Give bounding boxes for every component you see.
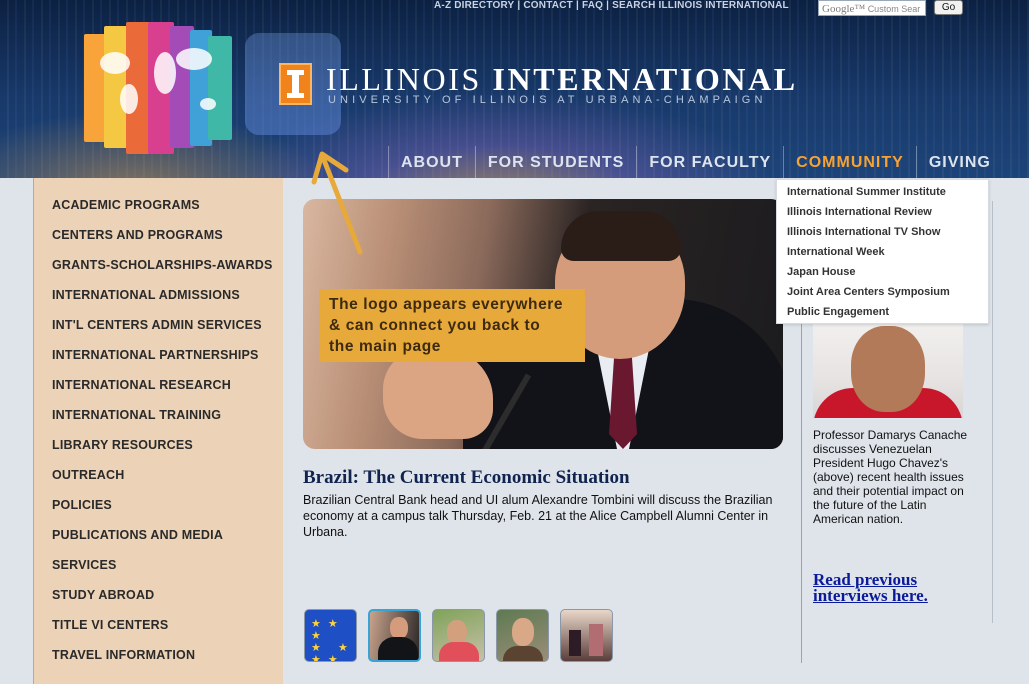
callout-line-2: & can connect you back to <box>329 317 541 334</box>
feature-headline[interactable]: Brazil: The Current Economic Situation <box>303 467 630 489</box>
sidebar-item-academic-programs[interactable]: ACADEMIC PROGRAMS <box>52 197 283 227</box>
sidebar-item-library-resources[interactable]: LIBRARY RESOURCES <box>52 437 283 467</box>
map-asia <box>176 48 212 70</box>
sidebar-item-publications-and-media[interactable]: PUBLICATIONS AND MEDIA <box>52 527 283 557</box>
sidebar-item-international-research[interactable]: INTERNATIONAL RESEARCH <box>52 377 283 407</box>
thumbnail-eu-flag[interactable]: ★ ★ ★★ ★★ ★ ★ <box>304 609 357 662</box>
menu-item-international-week[interactable]: International Week <box>787 245 988 265</box>
block-i-icon[interactable] <box>279 63 312 105</box>
profile-caption: Professor Damarys Canache discusses Vene… <box>813 428 968 526</box>
community-dropdown-menu: International Summer Institute Illinois … <box>776 179 989 324</box>
sidebar: ACADEMIC PROGRAMS CENTERS AND PROGRAMS G… <box>33 178 283 684</box>
menu-item-illinois-international-tv-show[interactable]: Illinois International TV Show <box>787 225 988 245</box>
search-input[interactable]: Google™ Custom Sear <box>818 0 926 16</box>
sidebar-item-intl-centers-admin-services[interactable]: INT'L CENTERS ADMIN SERVICES <box>52 317 283 347</box>
search-placeholder: Custom Sear <box>867 4 921 14</box>
brand-title-illinois: ILLINOIS <box>326 61 482 97</box>
sidebar-item-title-vi-centers[interactable]: TITLE VI CENTERS <box>52 617 283 647</box>
thumbnail-young-man[interactable] <box>496 609 549 662</box>
map-africa-europe <box>154 52 176 94</box>
sidebar-item-centers-and-programs[interactable]: CENTERS AND PROGRAMS <box>52 227 283 257</box>
faq-link[interactable]: FAQ <box>582 0 603 11</box>
nav-for-faculty[interactable]: FOR FACULTY <box>636 146 783 178</box>
sidebar-item-international-admissions[interactable]: INTERNATIONAL ADMISSIONS <box>52 287 283 317</box>
map-south-america <box>120 84 138 114</box>
main-nav: ABOUT FOR STUDENTS FOR FACULTY COMMUNITY… <box>388 146 1003 178</box>
brand-title-international: INTERNATIONAL <box>492 61 798 97</box>
photo-hair <box>561 211 681 261</box>
nav-giving[interactable]: GIVING <box>915 146 1003 178</box>
sidebar-item-outreach[interactable]: OUTREACH <box>52 467 283 497</box>
photo-hand <box>383 349 493 439</box>
nav-for-students[interactable]: FOR STUDENTS <box>474 146 636 178</box>
nav-about[interactable]: ABOUT <box>388 146 475 178</box>
map-australia <box>200 98 216 110</box>
map-north-america <box>100 52 130 74</box>
menu-item-international-summer-institute[interactable]: International Summer Institute <box>787 185 988 205</box>
sidebar-item-study-abroad[interactable]: STUDY ABROAD <box>52 587 283 617</box>
sidebar-menu: ACADEMIC PROGRAMS CENTERS AND PROGRAMS G… <box>34 178 283 677</box>
sidebar-item-policies[interactable]: POLICIES <box>52 497 283 527</box>
sidebar-item-grants-scholarships-awards[interactable]: GRANTS-SCHOLARSHIPS-AWARDS <box>52 257 283 287</box>
sidebar-item-international-training[interactable]: INTERNATIONAL TRAINING <box>52 407 283 437</box>
brand-title[interactable]: ILLINOIS INTERNATIONAL <box>326 61 798 98</box>
read-previous-interviews-link[interactable]: Read previous interviews here. <box>813 571 983 604</box>
contact-link[interactable]: CONTACT <box>523 0 573 11</box>
google-brand: Google™ <box>822 3 866 15</box>
brand-subtitle: UNIVERSITY OF ILLINOIS AT URBANA-CHAMPAI… <box>328 94 767 106</box>
logo-card-teal <box>208 36 232 140</box>
utility-nav: A-Z DIRECTORY | CONTACT | FAQ | SEARCH ILLINOI… <box>434 0 789 11</box>
site-header: A-Z DIRECTORY | CONTACT | FAQ | SEARCH ILLINOI… <box>0 0 1029 178</box>
annotation-callout: The logo appears everywhere & can connec… <box>319 289 585 362</box>
thumbnail-tombini[interactable] <box>368 609 421 662</box>
menu-item-japan-house[interactable]: Japan House <box>787 265 988 285</box>
profile-photo-face <box>851 326 925 412</box>
feature-summary: Brazilian Central Bank head and UI alum … <box>303 493 773 539</box>
nav-community[interactable]: COMMUNITY <box>783 146 916 178</box>
sidebar-item-international-partnerships[interactable]: INTERNATIONAL PARTNERSHIPS <box>52 347 283 377</box>
column-divider-right <box>992 201 993 623</box>
menu-item-illinois-international-review[interactable]: Illinois International Review <box>787 205 988 225</box>
profile-photo[interactable] <box>813 322 963 418</box>
thumbnail-woman[interactable] <box>432 609 485 662</box>
menu-item-public-engagement[interactable]: Public Engagement <box>787 305 988 325</box>
search-illinois-international-link[interactable]: SEARCH ILLINOIS INTERNATIONAL <box>612 0 789 11</box>
callout-line-3: the main page <box>329 338 442 355</box>
world-map-logo[interactable] <box>84 22 234 154</box>
sidebar-item-services[interactable]: SERVICES <box>52 557 283 587</box>
annotation-arrow-icon <box>311 151 363 255</box>
search-go-button[interactable]: Go <box>934 0 963 15</box>
menu-item-joint-area-centers-symposium[interactable]: Joint Area Centers Symposium <box>787 285 988 305</box>
feature-thumbnails: ★ ★ ★★ ★★ ★ ★ <box>304 609 624 662</box>
thumbnail-event[interactable] <box>560 609 613 662</box>
sidebar-item-travel-information[interactable]: TRAVEL INFORMATION <box>52 647 283 677</box>
az-directory-link[interactable]: A-Z DIRECTORY <box>434 0 514 11</box>
callout-line-1: The logo appears everywhere <box>329 296 564 313</box>
